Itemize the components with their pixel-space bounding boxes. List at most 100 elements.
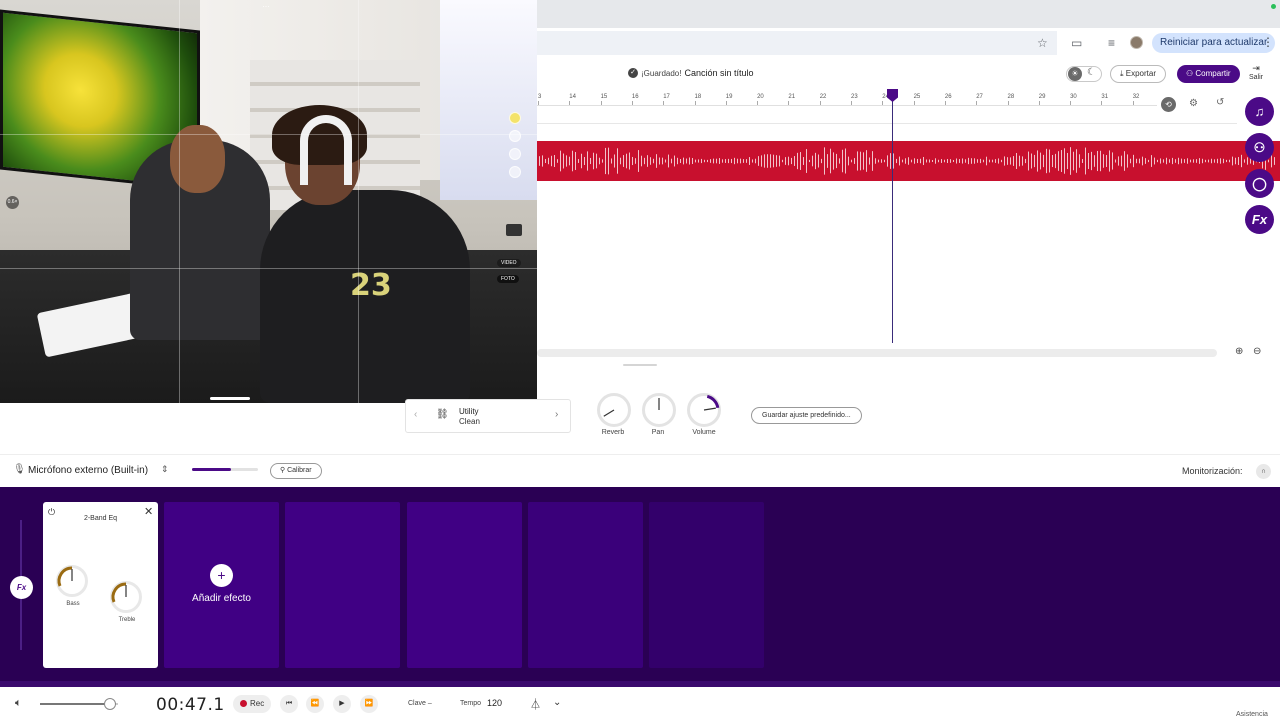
record-button[interactable]: Rec — [233, 695, 272, 713]
instruments-button[interactable]: ♫ — [1245, 97, 1274, 126]
export-button[interactable]: ⤓ Exportar — [1110, 65, 1166, 83]
waveform-bar — [560, 150, 561, 172]
plus-icon[interactable]: + — [210, 564, 233, 587]
check-icon: ✓ — [628, 68, 638, 78]
metronome-icon[interactable]: ⏃ — [530, 696, 541, 712]
effect-slot-empty[interactable] — [528, 502, 643, 668]
menu-lines-icon[interactable]: ≡ — [1108, 36, 1115, 50]
address-bar[interactable] — [537, 31, 1057, 55]
speaker-icon[interactable]: 🔈︎ — [15, 697, 22, 710]
waveform-bar — [1082, 159, 1083, 163]
ruler-tick-label: 23 — [851, 94, 858, 100]
timeline-ruler[interactable]: 3 14 15 16 17 18 19 20 21 22 23 24 25 26 27 28 29 30 31 32 — [537, 88, 1157, 106]
waveform-bar — [893, 153, 894, 169]
chevron-right-icon[interactable]: › — [555, 409, 558, 420]
waveform-bar — [1226, 159, 1227, 163]
exit-button[interactable]: ⇥ Salir — [1249, 63, 1263, 81]
camera-switch-icon[interactable] — [506, 224, 522, 236]
zoom-badge[interactable]: 0.6× — [6, 196, 19, 209]
waveform-bar — [1208, 159, 1209, 163]
restart-update-button[interactable]: Reiniciar para actualizar — [1152, 33, 1276, 53]
waveform-bar — [698, 159, 699, 163]
waveform-bar — [662, 157, 663, 165]
waveform-bar — [806, 149, 807, 173]
live-icon[interactable] — [509, 166, 521, 178]
timer-icon[interactable] — [509, 130, 521, 142]
effect-slot-empty[interactable] — [649, 502, 764, 668]
music-note-icon: ♫ — [1254, 104, 1265, 119]
waveform-bar — [833, 152, 834, 170]
waveform-bar — [797, 152, 798, 170]
waveform-bar — [986, 156, 987, 166]
waveform-bar — [917, 158, 918, 164]
effects-button[interactable]: Fx — [1245, 205, 1274, 234]
key-selector[interactable]: Clave – — [408, 700, 432, 707]
zoom-in-icon[interactable]: ⊕ — [1235, 346, 1243, 357]
cast-icon[interactable]: ▭ — [1071, 36, 1082, 50]
people-icon: ⚇ — [1186, 69, 1196, 78]
headphones-icon[interactable]: ∩ — [1256, 464, 1271, 479]
waveform-bar — [911, 159, 912, 163]
knob-indicator — [111, 582, 127, 603]
pan-knob[interactable] — [642, 393, 676, 427]
flash-icon[interactable] — [509, 112, 521, 124]
collaborators-button[interactable]: ⚇ — [1245, 133, 1274, 162]
preset-selector[interactable] — [405, 399, 571, 433]
waveform-bar — [1043, 154, 1044, 168]
play-icon[interactable]: ▶ — [333, 695, 351, 713]
chevron-left-icon[interactable]: ‹ — [414, 409, 417, 420]
waveform-bar — [794, 156, 795, 166]
add-effect-label[interactable]: Añadir efecto — [166, 593, 277, 604]
chevron-updown-icon[interactable]: ⇕ — [161, 464, 169, 475]
fx-badge[interactable]: Fx — [10, 576, 33, 599]
hdr-icon[interactable] — [509, 148, 521, 160]
avatar[interactable] — [1130, 36, 1143, 49]
skip-to-start-icon[interactable]: ⏮ — [280, 695, 298, 713]
waveform-bar — [734, 157, 735, 165]
volume-knob[interactable] — [687, 393, 721, 427]
ruler-tick-label: 22 — [819, 94, 827, 100]
playhead-line — [892, 93, 893, 343]
more-menu-icon[interactable]: ⋮ — [1262, 35, 1274, 49]
waveform-bar — [629, 152, 630, 170]
waveform-bar — [959, 159, 960, 163]
waveform-bar — [1133, 154, 1134, 168]
chevron-down-icon[interactable]: ⌄ — [553, 697, 561, 708]
chat-button[interactable]: ◯ — [1245, 169, 1274, 198]
share-button[interactable]: ⚇ Compartir — [1177, 65, 1240, 83]
waveform-bar — [620, 157, 621, 165]
gear-icon[interactable]: ⚙ — [1189, 98, 1198, 109]
rewind-icon[interactable]: ⏪ — [306, 695, 324, 713]
treble-knob[interactable] — [110, 581, 142, 613]
waveform-bar — [887, 155, 888, 167]
sun-icon[interactable]: ☀ — [1068, 67, 1082, 81]
waveform-bar — [1040, 152, 1041, 170]
video-menu-dots[interactable]: … — [262, 0, 270, 9]
save-preset-button[interactable]: Guardar ajuste predefinido... — [751, 407, 862, 424]
song-title[interactable]: Canción sin título — [684, 68, 753, 78]
mode-photo[interactable]: FOTO — [497, 275, 519, 283]
help-link[interactable]: Asistencia — [1236, 711, 1268, 718]
reverb-knob[interactable] — [597, 393, 631, 427]
calibrate-button[interactable]: ⚲ Calibrar — [270, 463, 322, 479]
waveform-bar — [1244, 159, 1245, 163]
moon-icon[interactable]: ☾ — [1087, 67, 1096, 78]
fast-forward-icon[interactable]: ⏩ — [360, 695, 378, 713]
audio-track-region[interactable] — [537, 141, 1280, 181]
panel-splitter[interactable] — [623, 364, 657, 366]
effect-slot-empty[interactable] — [285, 502, 400, 668]
horizontal-scrollbar[interactable] — [537, 349, 1217, 357]
tempo-value[interactable]: 120 — [487, 698, 502, 708]
zoom-out-icon[interactable]: ⊖ — [1253, 346, 1261, 357]
browser-tabstrip — [537, 0, 1280, 28]
input-device-select[interactable]: Micrófono externo (Built-in) — [28, 465, 148, 476]
mode-video[interactable]: VIDEO — [497, 259, 521, 267]
undo-icon[interactable]: ↺ — [1216, 97, 1224, 108]
waveform-bar — [557, 159, 558, 163]
bass-knob[interactable] — [56, 565, 88, 597]
bookmark-star-icon[interactable]: ☆ — [1037, 36, 1048, 50]
loop-icon[interactable]: ⟲ — [1161, 97, 1176, 112]
waveform-bar — [875, 158, 876, 164]
effect-slot-empty[interactable] — [407, 502, 522, 668]
ruler-tick-label: 21 — [788, 94, 796, 100]
